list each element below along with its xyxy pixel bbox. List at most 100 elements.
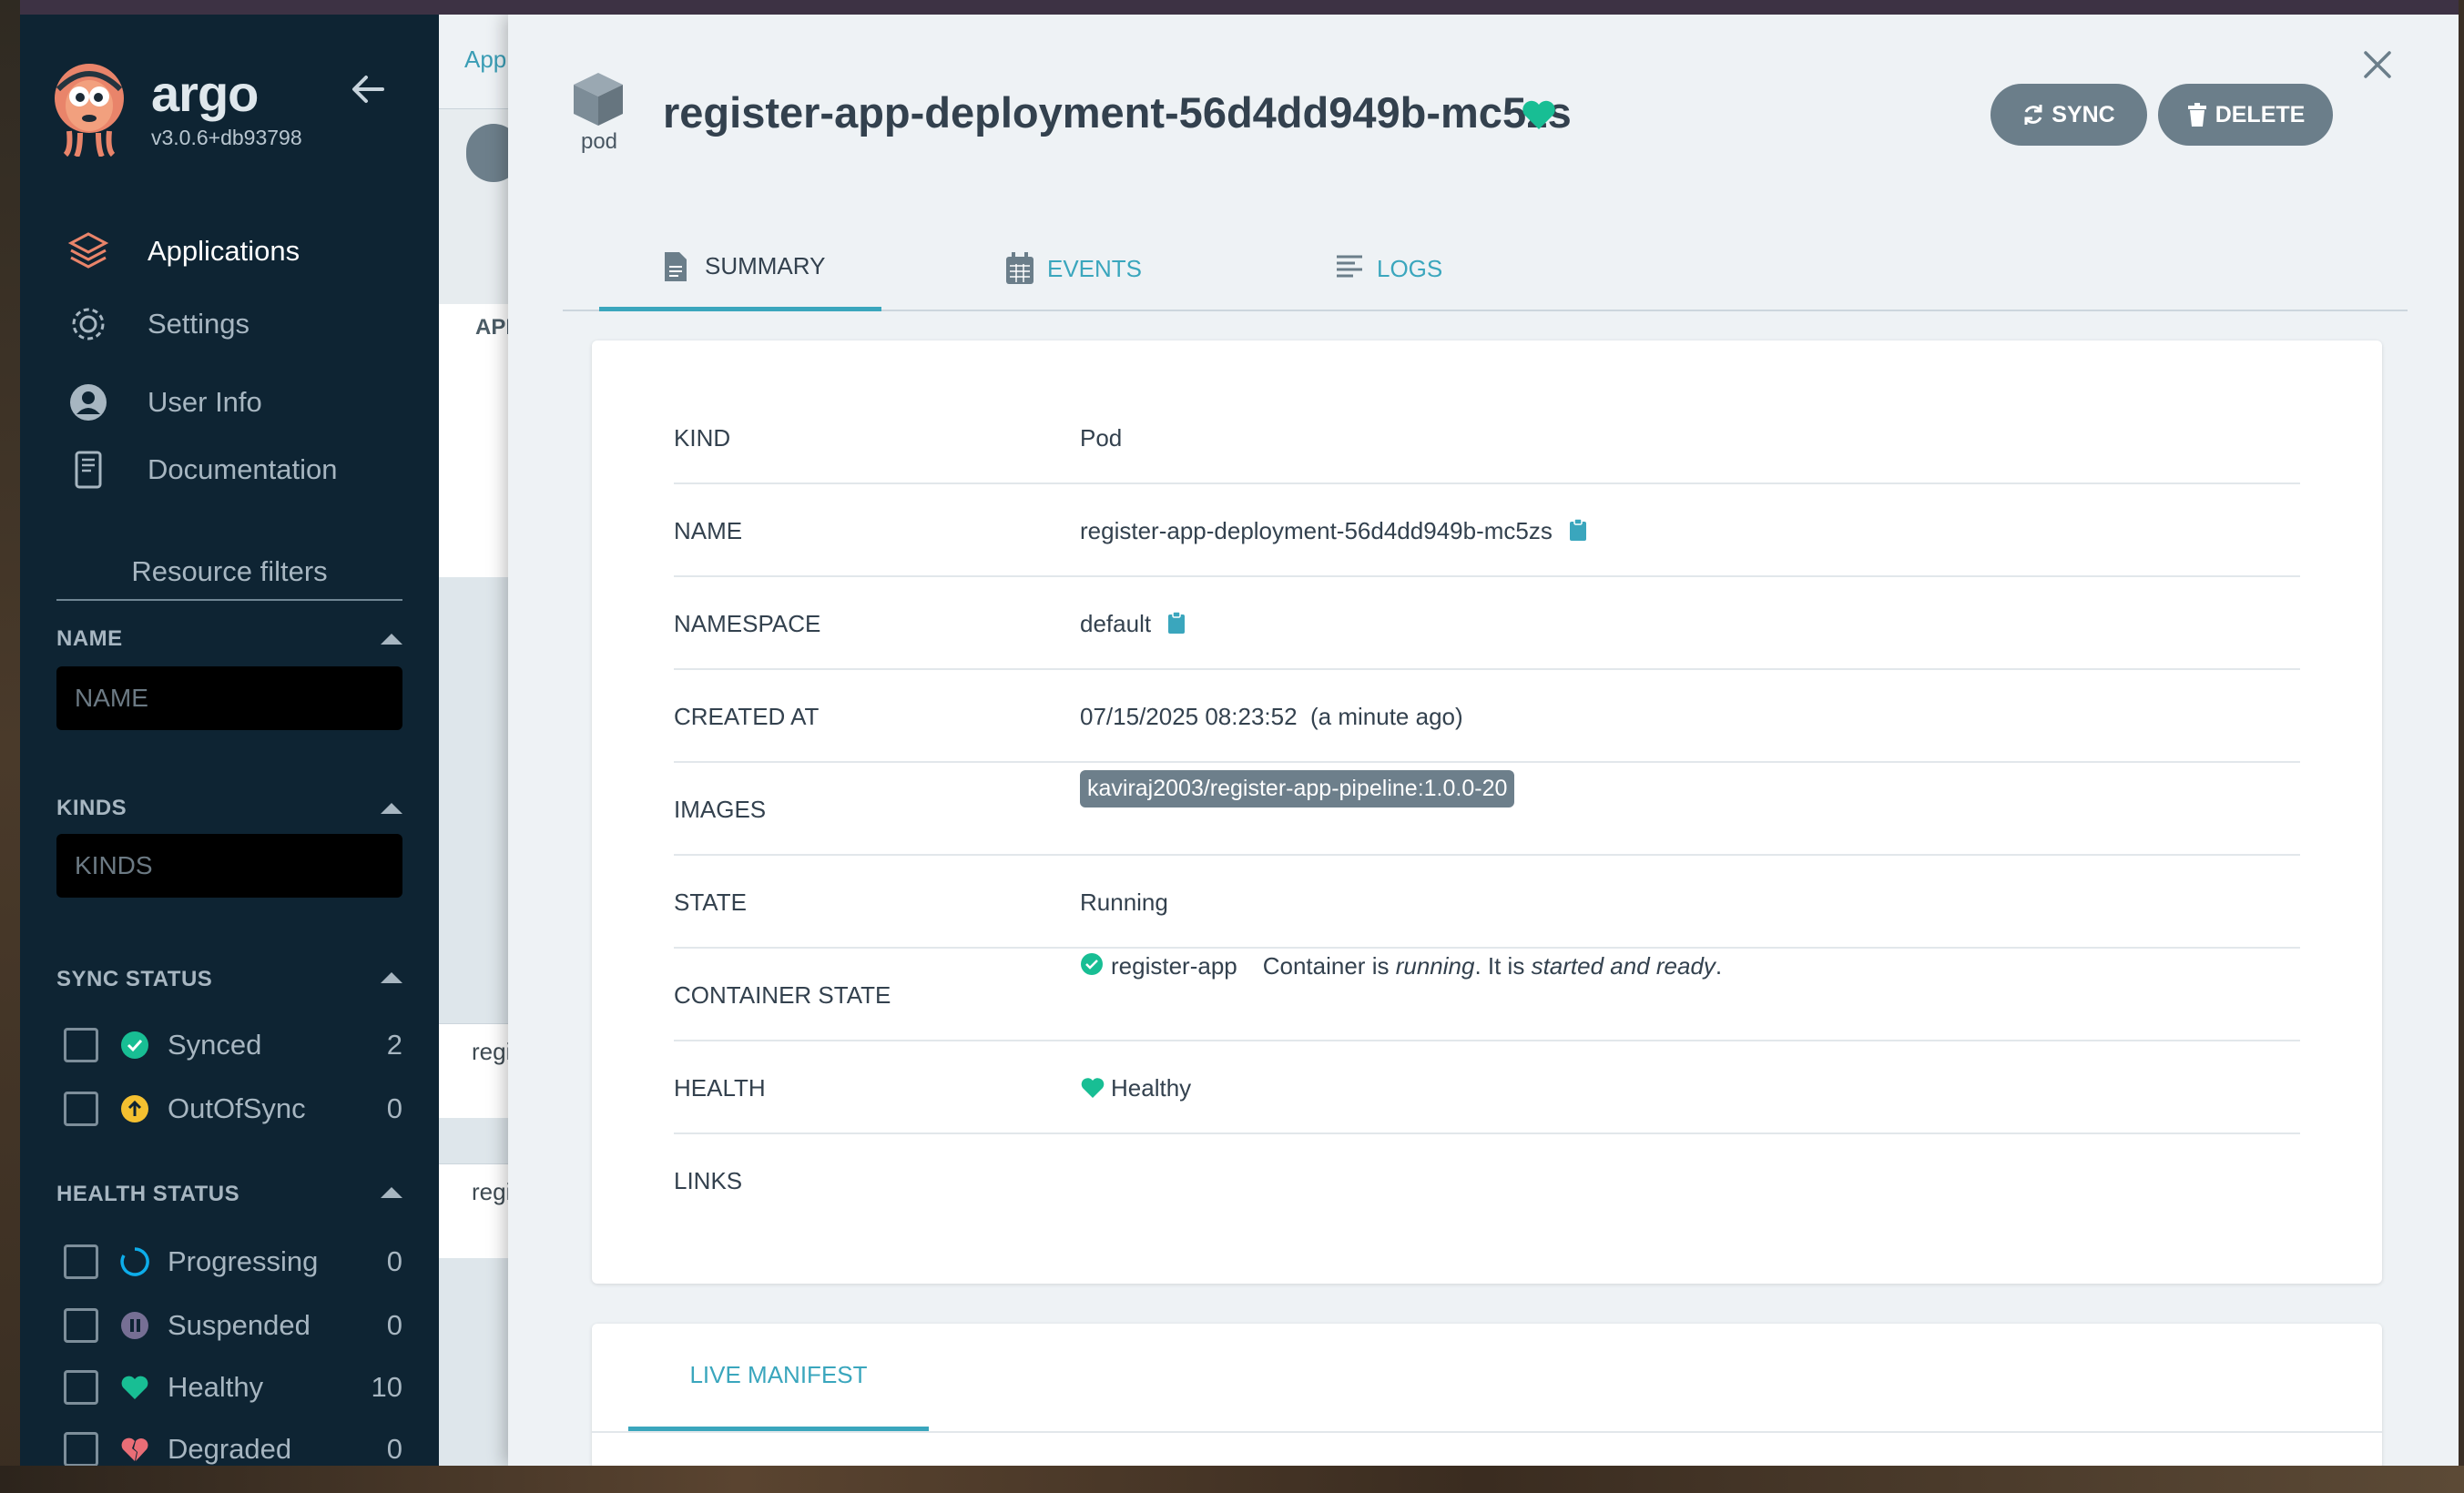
- background-row-text: regi: [472, 1178, 512, 1205]
- row-key: LINKS: [674, 1166, 743, 1194]
- caret-up-icon[interactable]: [381, 972, 402, 983]
- delete-button[interactable]: DELETE: [2158, 84, 2333, 146]
- filter-label: OutOfSync: [168, 1092, 306, 1124]
- container-state-emphasis: started and ready: [1531, 952, 1716, 980]
- clipboard-icon[interactable]: [1569, 518, 1589, 543]
- layers-icon: [66, 229, 111, 274]
- background-app-summary: [439, 304, 512, 577]
- tab-logs[interactable]: LOGS: [1335, 226, 1517, 311]
- filter-count: 2: [386, 1029, 402, 1061]
- nav-settings[interactable]: Settings: [20, 295, 439, 353]
- desktop-top-bar: [0, 0, 2464, 15]
- document-icon: [663, 250, 692, 283]
- sync-button[interactable]: SYNC: [1991, 84, 2147, 146]
- arrow-up-circle-icon: [120, 1094, 149, 1123]
- summary-row-container-state: CONTAINER STATE register-app Container i…: [674, 949, 2300, 1041]
- synced-checkbox[interactable]: [64, 1028, 98, 1062]
- resource-details-panel: pod register-app-deployment-56d4dd949b-m…: [508, 15, 2459, 1466]
- row-value-wrap: default: [1080, 577, 1187, 670]
- health-status-title: HEALTH STATUS: [56, 1182, 240, 1206]
- container-state-text: Container is: [1262, 952, 1396, 980]
- background-main-area: App API regi regi: [439, 15, 521, 1466]
- filter-outofsync[interactable]: OutOfSync 0: [64, 1082, 402, 1136]
- filter-healthy[interactable]: Healthy 10: [64, 1360, 402, 1415]
- container-name: register-app: [1111, 952, 1237, 980]
- row-value-wrap: Healthy: [1080, 1041, 1191, 1134]
- filter-label: Suspended: [168, 1309, 311, 1341]
- close-panel-button[interactable]: [2355, 42, 2400, 87]
- nav-label: Applications: [148, 235, 300, 267]
- filter-count: 0: [386, 1433, 402, 1465]
- check-circle-icon: [1080, 952, 1104, 976]
- tab-events[interactable]: EVENTS: [963, 226, 1200, 311]
- filter-count: 0: [386, 1092, 402, 1124]
- filter-progressing[interactable]: Progressing 0: [64, 1234, 402, 1289]
- filter-count: 10: [371, 1371, 402, 1403]
- healthy-checkbox[interactable]: [64, 1370, 98, 1405]
- row-value-wrap: register-app-deployment-56d4dd949b-mc5zs: [1080, 484, 1589, 577]
- tab-label: EVENTS: [1047, 254, 1143, 282]
- nav-documentation[interactable]: Documentation: [20, 441, 439, 499]
- background-apps-label: API: [475, 315, 513, 340]
- heart-icon: [1080, 1076, 1105, 1100]
- resource-title: register-app-deployment-56d4dd949b-mc5zs: [663, 88, 1572, 137]
- summary-row-state: STATE Running: [674, 856, 2300, 949]
- container-state-text: . It is: [1474, 952, 1532, 980]
- row-key: HEALTH: [674, 1073, 766, 1102]
- tab-summary[interactable]: SUMMARY: [599, 226, 881, 311]
- collapse-sidebar-button[interactable]: [348, 69, 388, 109]
- degraded-checkbox[interactable]: [64, 1432, 98, 1466]
- sync-status-title: SYNC STATUS: [56, 967, 213, 991]
- row-value: Running: [1080, 888, 1168, 916]
- nav-label: Settings: [148, 308, 250, 340]
- divider: [592, 1431, 2382, 1433]
- argo-window: argo v3.0.6+db93798 Applications Setting…: [20, 15, 2459, 1466]
- kind-icon-label: pod: [580, 129, 618, 154]
- book-icon: [66, 447, 111, 493]
- filter-degraded[interactable]: Degraded 0: [64, 1422, 402, 1466]
- row-key: CONTAINER STATE: [674, 980, 891, 1009]
- arrow-left-icon: [352, 76, 384, 103]
- row-key: CREATED AT: [674, 702, 820, 730]
- filter-label: Progressing: [168, 1245, 319, 1277]
- outofsync-checkbox[interactable]: [64, 1092, 98, 1126]
- caret-up-icon[interactable]: [381, 1187, 402, 1198]
- background-topbar: App: [439, 15, 512, 109]
- nav-user-info[interactable]: User Info: [20, 373, 439, 432]
- row-key: STATE: [674, 888, 747, 916]
- row-value: Healthy: [1111, 1073, 1192, 1102]
- suspended-checkbox[interactable]: [64, 1308, 98, 1343]
- user-circle-icon: [66, 380, 111, 425]
- filter-synced[interactable]: Synced 2: [64, 1018, 402, 1072]
- filter-label: Degraded: [168, 1433, 292, 1465]
- resource-tabs: SUMMARY EVENTS LOGS: [563, 226, 2408, 311]
- manifest-card: LIVE MANIFEST: [592, 1324, 2382, 1466]
- kinds-filter-input[interactable]: [56, 834, 402, 898]
- summary-row-created: CREATED AT 07/15/2025 08:23:52 (a minute…: [674, 670, 2300, 763]
- filter-count: 0: [386, 1309, 402, 1341]
- row-value: register-app-deployment-56d4dd949b-mc5zs: [1080, 516, 1553, 544]
- progressing-checkbox[interactable]: [64, 1244, 98, 1279]
- row-value-wrap: register-app Container is running. It is…: [1080, 949, 1722, 1041]
- nav-label: Documentation: [148, 453, 338, 485]
- name-filter-title: NAME: [56, 626, 123, 651]
- pause-circle-icon: [120, 1311, 149, 1340]
- nav-applications[interactable]: Applications: [20, 222, 439, 280]
- heart-icon: [1522, 100, 1555, 129]
- desktop-wallpaper-bottom: [0, 1466, 2464, 1493]
- sync-icon: [2022, 103, 2044, 127]
- row-key: IMAGES: [674, 795, 767, 823]
- breadcrumb[interactable]: App: [464, 46, 506, 74]
- close-icon: [2364, 51, 2391, 78]
- clipboard-icon[interactable]: [1167, 611, 1187, 636]
- caret-up-icon[interactable]: [381, 634, 402, 645]
- sync-label: SYNC: [2052, 101, 2115, 127]
- row-key: NAME: [674, 516, 743, 544]
- tab-live-manifest[interactable]: LIVE MANIFEST: [628, 1324, 929, 1431]
- summary-row-name: NAME register-app-deployment-56d4dd949b-…: [674, 484, 2300, 577]
- name-filter-input[interactable]: [56, 666, 402, 730]
- caret-up-icon[interactable]: [381, 803, 402, 814]
- filter-suspended[interactable]: Suspended 0: [64, 1298, 402, 1353]
- row-value: 07/15/2025 08:23:52 (a minute ago): [1080, 702, 1463, 730]
- resource-filters-title: Resource filters: [56, 555, 402, 601]
